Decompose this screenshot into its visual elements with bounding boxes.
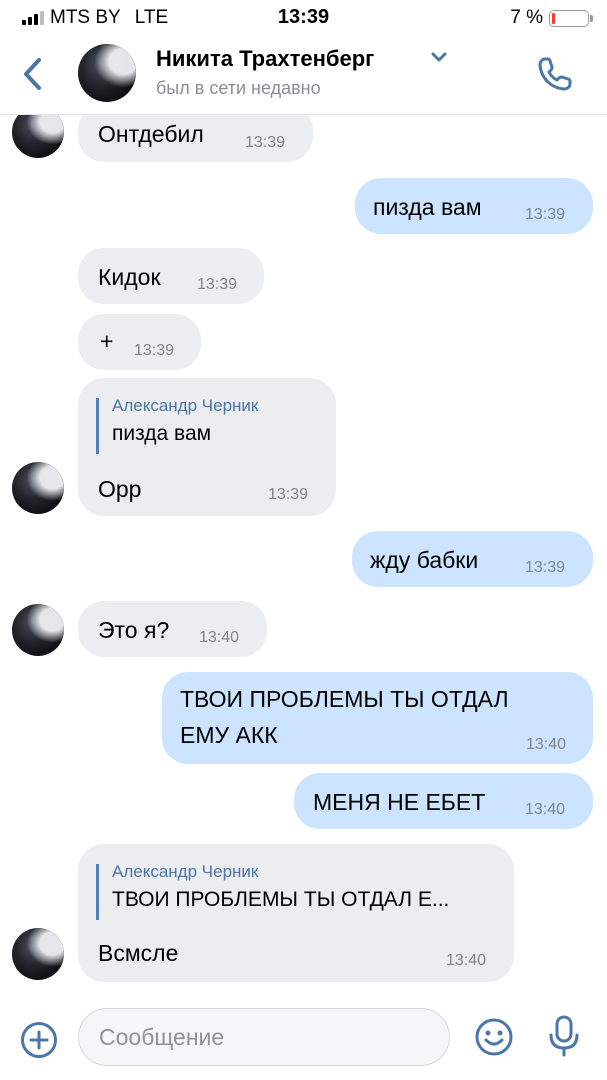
message-time: 13:39 <box>245 134 286 151</box>
reply-author: Александр Черник <box>112 862 259 881</box>
dropdown-chevron-icon[interactable] <box>430 50 448 64</box>
message-text-line-2: ЕМУ АКК <box>180 722 278 748</box>
message-time: 13:40 <box>526 736 567 753</box>
message-bubble-incoming[interactable]: + 13:39 <box>78 314 201 370</box>
message-time: 13:39 <box>525 206 566 223</box>
reply-text: ТВОИ ПРОБЛЕМЫ ТЫ ОТДАЛ Е... <box>112 888 450 911</box>
status-right: 7 % <box>510 7 593 29</box>
reply-quote[interactable]: Александр Черник пизда вам <box>96 396 259 454</box>
message-input-placeholder: Сообщение <box>99 1024 225 1050</box>
message-text: пизда вам <box>373 194 482 220</box>
message-bubble-incoming[interactable]: Александр Черник пизда вам Орр 13:39 <box>78 378 336 516</box>
contact-status: был в сети недавно <box>156 78 321 98</box>
phone-icon[interactable] <box>535 54 575 94</box>
message-text: Орр <box>98 476 142 502</box>
message-text: + <box>100 328 114 354</box>
message-input[interactable]: Сообщение <box>78 1008 450 1066</box>
back-chevron-icon[interactable] <box>18 56 48 92</box>
message-bubble-outgoing[interactable]: жду бабки 13:39 <box>352 531 593 587</box>
battery-percent: 7 % <box>510 7 543 28</box>
sender-avatar[interactable] <box>12 462 64 514</box>
message-bubble-outgoing[interactable]: ТВОИ ПРОБЛЕМЫ ТЫ ОТДАЛ ЕМУ АКК 13:40 <box>162 672 593 764</box>
message-text: Онтдебил <box>98 121 204 147</box>
battery-icon <box>549 9 593 27</box>
message-bubble-outgoing[interactable]: пизда вам 13:39 <box>355 178 593 234</box>
message-time: 13:40 <box>525 801 566 818</box>
message-time: 13:39 <box>134 342 175 359</box>
emoji-icon[interactable] <box>474 1017 514 1057</box>
reply-author: Александр Черник <box>112 396 259 415</box>
contact-name[interactable]: Никита Трахтенберг <box>156 46 374 72</box>
message-text: МЕНЯ НЕ ЕБЕТ <box>313 789 486 815</box>
message-bubble-incoming[interactable]: Кидок 13:39 <box>78 248 264 304</box>
message-text: Всмсле <box>98 940 179 966</box>
message-time: 13:40 <box>199 629 240 646</box>
reply-text: пизда вам <box>112 422 212 445</box>
status-bar: MTS BY LTE 13:39 7 % <box>0 0 607 34</box>
message-composer: Сообщение <box>0 996 607 1080</box>
contact-avatar[interactable] <box>78 44 136 102</box>
message-text-line-1: ТВОИ ПРОБЛЕМЫ ТЫ ОТДАЛ <box>180 686 509 712</box>
message-bubble-outgoing[interactable]: МЕНЯ НЕ ЕБЕТ 13:40 <box>294 773 593 829</box>
message-text: жду бабки <box>370 547 479 573</box>
message-text: Кидок <box>98 264 161 290</box>
sender-avatar[interactable] <box>12 928 64 980</box>
message-bubble-incoming[interactable]: Это я? 13:40 <box>78 601 267 657</box>
message-time: 13:39 <box>197 276 238 293</box>
reply-quote[interactable]: Александр Черник ТВОИ ПРОБЛЕМЫ ТЫ ОТДАЛ … <box>96 862 450 920</box>
chat-header: Никита Трахтенберг был в сети недавно <box>0 34 607 115</box>
message-bubble-incoming[interactable]: Александр Черник ТВОИ ПРОБЛЕМЫ ТЫ ОТДАЛ … <box>78 844 514 982</box>
add-attachment-icon[interactable] <box>20 1021 58 1059</box>
microphone-icon[interactable] <box>547 1014 581 1058</box>
message-time: 13:39 <box>268 486 309 503</box>
message-time: 13:40 <box>446 952 487 969</box>
sender-avatar[interactable] <box>12 604 64 656</box>
message-time: 13:39 <box>525 559 566 576</box>
message-text: Это я? <box>98 617 170 643</box>
